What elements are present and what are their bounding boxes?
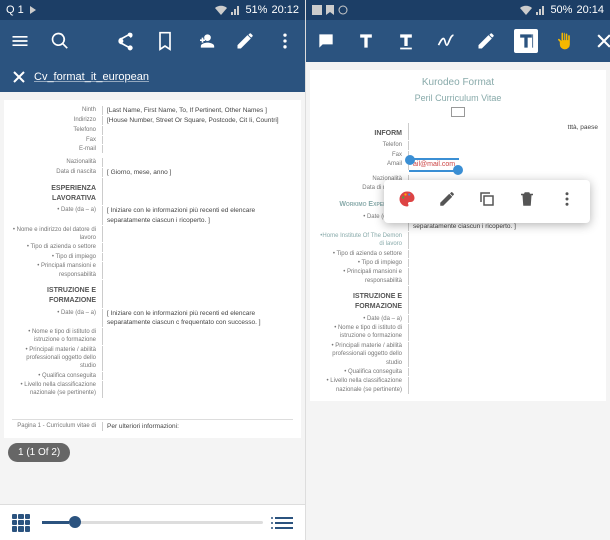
doc-subtitle: Peril Curriculum Vitae xyxy=(318,92,598,105)
search-button[interactable] xyxy=(48,29,72,53)
copy-button[interactable] xyxy=(478,190,496,213)
edit-annotation-button[interactable] xyxy=(438,190,456,213)
field-label: Fax xyxy=(12,136,102,144)
field-label: • Livello nella classificazione nazional… xyxy=(318,377,408,394)
time-text: 20:12 xyxy=(271,4,299,16)
doc-title: Kurodeo Format xyxy=(318,76,598,90)
grid-view-button[interactable] xyxy=(12,514,30,532)
close-button[interactable] xyxy=(592,29,610,53)
field-value: [ Iniziare con le informazioni più recen… xyxy=(102,206,293,224)
field-label: • Principali mansioni e responsabilità xyxy=(318,268,408,285)
field-label: • Date (da – a) xyxy=(12,206,102,224)
field-label: Ninth xyxy=(12,106,102,115)
textbox-tool[interactable] xyxy=(514,29,538,53)
field-label: • Qualifica conseguita xyxy=(12,372,102,380)
comment-tool[interactable] xyxy=(314,29,338,53)
field-label: • Tipo di impiego xyxy=(12,253,102,261)
field-label: Telefon xyxy=(318,141,408,149)
footer-text: Pagina 1 - Curriculum vitae di xyxy=(12,422,102,431)
wifi-icon xyxy=(520,5,532,15)
field-label: Amail xyxy=(318,160,408,170)
field-label: • Tipo di impiego xyxy=(318,259,408,267)
more-button[interactable] xyxy=(273,29,297,53)
document-page: Kurodeo Format Peril Curriculum Vitae IN… xyxy=(310,70,606,401)
field-label: Nazionalità xyxy=(12,158,102,166)
status-bar: 50% 20:14 xyxy=(306,0,610,20)
page-slider[interactable] xyxy=(42,521,263,524)
main-toolbar xyxy=(0,20,305,62)
document-area[interactable]: Ninth[Last Name, First Name, To, If Pert… xyxy=(0,92,305,504)
status-bar: Q 1 51% 20:12 xyxy=(0,0,305,20)
signature-tool[interactable] xyxy=(434,29,458,53)
annotation-text: ail@mail.com xyxy=(413,161,455,168)
annotation-toolbar xyxy=(306,20,610,62)
field-value: [ Giorno, mese, anno ] xyxy=(102,168,293,177)
field-label: • Nome e tipo di istituto di istruzione … xyxy=(318,324,408,341)
document-area[interactable]: Kurodeo Format Peril Curriculum Vitae IN… xyxy=(306,62,610,540)
flag-icon xyxy=(451,107,465,117)
field-label: Telefono xyxy=(12,126,102,134)
edit-button[interactable] xyxy=(233,29,257,53)
field-label: Fax xyxy=(318,151,408,159)
field-label: • Principali materie / abilità professio… xyxy=(12,346,102,371)
context-menu xyxy=(384,180,590,223)
left-phone: Q 1 51% 20:12 Cv_format_it_european xyxy=(0,0,305,540)
field-label: • Date (da – a) xyxy=(318,315,408,323)
info-icon xyxy=(338,5,348,15)
section-header: ESPERIENZA LAVORATIVA xyxy=(12,184,96,204)
menu-button[interactable] xyxy=(8,29,32,53)
underline-tool[interactable] xyxy=(394,29,418,53)
more-options-button[interactable] xyxy=(558,190,576,213)
bookmark-status-icon xyxy=(326,5,334,15)
field-label: Data di nascita xyxy=(12,168,102,177)
visible-fragment: tttà, paese xyxy=(408,123,598,141)
field-label: • Tipo di azienda o settore xyxy=(12,243,102,251)
time-text: 20:14 xyxy=(576,4,604,16)
field-value: [Last Name, First Name, To, If Pertinent… xyxy=(102,106,293,115)
document-page: Ninth[Last Name, First Name, To, If Pert… xyxy=(4,100,301,438)
field-label: • Livello nella classificazione nazional… xyxy=(12,381,102,398)
field-label: • Nome e tipo di istituto di istruzione … xyxy=(12,328,102,345)
battery-text: 51% xyxy=(245,4,267,16)
battery-text: 50% xyxy=(550,4,572,16)
draw-tool[interactable] xyxy=(474,29,498,53)
section-header: ISTRUZIONE E FORMAZIONE xyxy=(12,286,96,306)
outline-button[interactable] xyxy=(275,517,293,529)
signal-icon xyxy=(231,5,241,15)
field-label: • Tipo di azienda o settore xyxy=(318,250,408,258)
close-tab-icon[interactable] xyxy=(12,70,26,84)
signal-icon xyxy=(536,5,546,15)
page-indicator: 1 (1 Of 2) xyxy=(8,443,70,462)
fb-icon xyxy=(312,5,322,15)
add-user-button[interactable] xyxy=(193,29,217,53)
field-value: [House Number, Street Or Square, Postcod… xyxy=(102,116,293,125)
selected-annotation[interactable]: ail@mail.com xyxy=(413,160,455,170)
color-button[interactable] xyxy=(398,190,416,213)
right-phone: 50% 20:14 Kurodeo Format Peril Curriculu… xyxy=(305,0,610,540)
footer-text: Per ulteriori informazioni: xyxy=(102,422,293,431)
field-label: E-mail xyxy=(12,145,102,153)
field-label: • Principali mansioni e responsabilità xyxy=(12,262,102,279)
delete-button[interactable] xyxy=(518,190,536,213)
field-value: [ Iniziare con le informazioni più recen… xyxy=(102,309,293,327)
section-header: INFORM xyxy=(318,129,402,139)
section-header: ISTRUZIONE E FORMAZIONE xyxy=(318,292,402,312)
bookmark-button[interactable] xyxy=(153,29,177,53)
tab-bar: Cv_format_it_european xyxy=(0,62,305,92)
status-text: Q 1 xyxy=(6,4,24,16)
field-label: • Nome e indirizzo del datore di lavoro xyxy=(12,226,102,243)
tab-filename[interactable]: Cv_format_it_european xyxy=(34,71,149,83)
field-label: Indirizzo xyxy=(12,116,102,125)
field-label: • Qualifica conseguita xyxy=(318,368,408,376)
bottom-bar xyxy=(0,504,305,540)
field-label: •Home Institute Of The Demon di lavoro xyxy=(318,232,408,249)
field-label: • Principali materie / abilità professio… xyxy=(318,342,408,367)
pan-tool[interactable] xyxy=(552,29,576,53)
share-button[interactable] xyxy=(113,29,137,53)
wifi-icon xyxy=(215,5,227,15)
play-icon xyxy=(28,5,38,15)
field-label: • Date (da – a) xyxy=(12,309,102,327)
text-tool[interactable] xyxy=(354,29,378,53)
